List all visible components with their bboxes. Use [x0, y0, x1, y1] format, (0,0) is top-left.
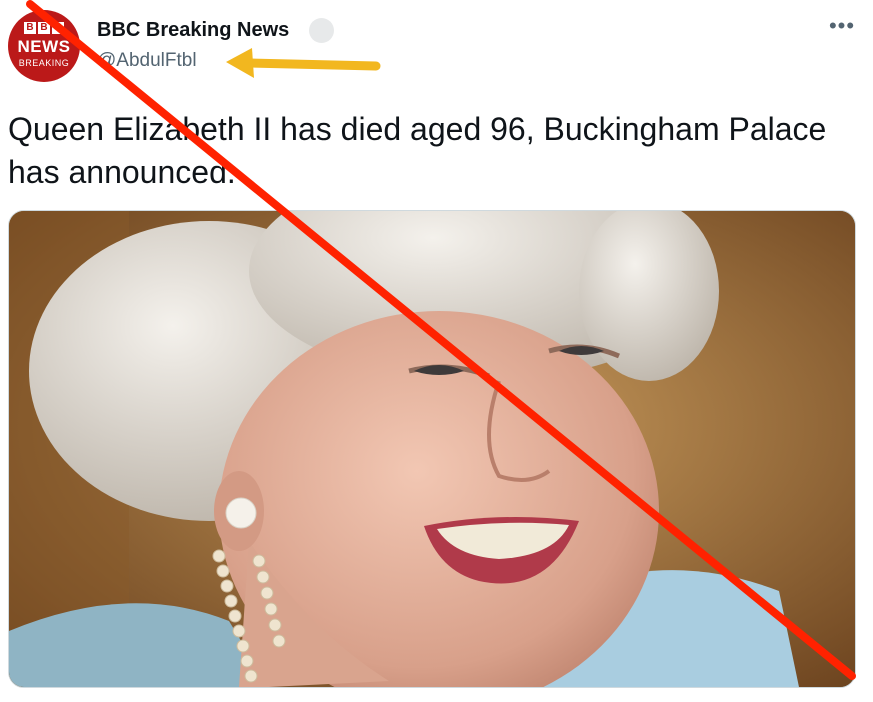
bbc-logo: B B C [24, 22, 64, 34]
more-options-icon[interactable]: ••• [826, 15, 858, 41]
profile-avatar[interactable]: B B C NEWS BREAKING [8, 10, 80, 82]
tweet-photo[interactable] [8, 210, 856, 688]
arrow-head-icon [226, 48, 254, 78]
pearl-earring [225, 497, 257, 529]
photo-illustration [9, 211, 855, 687]
logo-letter: C [52, 22, 64, 34]
verified-badge-icon [309, 18, 334, 43]
logo-letter: B [24, 22, 36, 34]
logo-breaking-text: BREAKING [18, 58, 70, 68]
logo-letter: B [38, 22, 50, 34]
logo-news-text: NEWS [17, 37, 71, 56]
tweet-text: Queen Elizabeth II has died aged 96, Buc… [8, 111, 827, 190]
user-handle[interactable]: @AbdulFtbl [97, 50, 197, 72]
display-name[interactable]: BBC Breaking News [97, 19, 289, 42]
arrow-shaft [245, 58, 381, 71]
